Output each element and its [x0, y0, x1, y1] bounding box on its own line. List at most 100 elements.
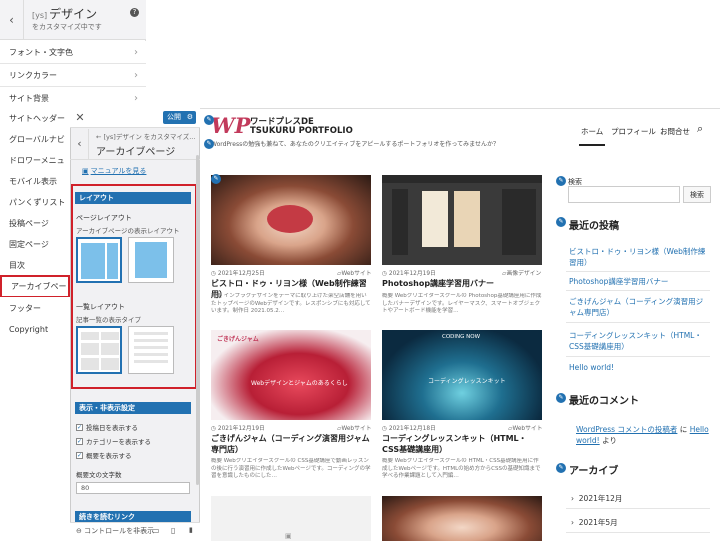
recent-post-link[interactable]: Hello world!	[569, 362, 614, 373]
checkbox-show-category[interactable]: ✓ カテゴリーを表示する	[76, 436, 151, 446]
chevron-right-icon: ›	[134, 47, 138, 58]
card-category[interactable]: ▱画像デザイン	[502, 268, 541, 277]
edit-shortcut-icon[interactable]: ✎	[556, 176, 568, 186]
card-title[interactable]: ごきげんジャム（コーディング演習用ジャム専門店）	[211, 433, 371, 455]
checkbox-show-excerpt[interactable]: ✓ 概要を表示する	[76, 450, 132, 460]
menu-item-label: パンくずリスト	[9, 198, 66, 207]
menu-item-post-page[interactable]: 投稿ページ	[0, 212, 70, 235]
card-image[interactable]	[382, 496, 542, 541]
close-icon[interactable]: ✕	[70, 108, 90, 128]
card-image[interactable]: CODING NOW コーディングレッスンキット	[382, 330, 542, 420]
search-button[interactable]: 検索	[683, 186, 711, 203]
menu-item-copyright[interactable]: Copyright	[0, 318, 70, 341]
checkbox-icon[interactable]: ✓	[76, 451, 83, 459]
card-category-text: Webサイト	[341, 426, 372, 432]
divider	[566, 532, 710, 533]
page-layout-label: ページレイアウト	[76, 214, 132, 222]
card-title[interactable]: Photoshop講座学習用バナー	[382, 278, 542, 289]
publish-button[interactable]: 公開 ⚙	[163, 111, 196, 124]
menu-item-label: モバイル表示	[9, 177, 57, 186]
card-category[interactable]: ▱Webサイト	[337, 268, 372, 277]
comment-tail-text: より	[602, 436, 617, 445]
menu-item-mobile[interactable]: モバイル表示	[0, 170, 70, 193]
card-category[interactable]: ▱Webサイト	[337, 423, 372, 432]
checkbox-icon[interactable]: ✓	[76, 437, 83, 445]
list-thumb-block	[101, 358, 119, 370]
page-title: アーカイブページ	[96, 147, 176, 158]
edit-shortcut-icon[interactable]: ✎	[556, 463, 568, 473]
archive-link[interactable]: › 2021年5月	[571, 517, 618, 528]
card-excerpt: 概要 Webクリエイタースクールの CSS基礎講座で動画レッスンの後に行う演習用…	[211, 458, 371, 479]
menu-item-link-color[interactable]: リンクカラー ›	[0, 64, 146, 87]
manual-link[interactable]: ▣ マニュアルを見る	[82, 166, 146, 176]
checkbox-show-date[interactable]: ✓ 投稿日を表示する	[76, 422, 138, 432]
edit-shortcut-icon[interactable]: ✎	[204, 139, 216, 149]
food-illustration	[267, 205, 313, 233]
mobile-icon[interactable]: ▮	[189, 526, 193, 534]
edit-shortcut-icon[interactable]: ✎	[556, 217, 568, 227]
recent-comment: WordPress コメントの投稿者 に Hello world! より	[576, 424, 712, 446]
edit-shortcut-icon[interactable]: ✎	[211, 174, 223, 184]
card-date: ◷ 2021年12月19日	[382, 271, 436, 277]
menu-item-font[interactable]: フォント・文字色 ›	[0, 41, 146, 64]
card-image[interactable]	[211, 175, 371, 265]
menu-item-fixed-page[interactable]: 固定ページ	[0, 233, 70, 256]
menu-item-drawer-menu[interactable]: ドロワーメニュー	[0, 149, 70, 188]
card-title[interactable]: コーディングレッスンキット（HTML・CSS基礎講座用）	[382, 433, 542, 455]
recent-post-link[interactable]: ビストロ・ドゥ・リヨン様（Web制作練習用）	[569, 246, 709, 268]
banner-preview	[454, 191, 480, 247]
list-thumb-block	[134, 353, 168, 356]
nav-item-contact[interactable]: お問合せ	[660, 126, 690, 137]
edit-shortcut-icon[interactable]: ✎	[204, 115, 216, 125]
archive-link[interactable]: › 2021年12月	[571, 493, 622, 504]
checkbox-icon[interactable]: ✓	[76, 423, 83, 431]
layout-option-sidebar[interactable]	[76, 237, 122, 283]
section-heading-layout: レイアウト	[75, 192, 191, 204]
back-arrow-icon[interactable]: ‹	[0, 0, 24, 40]
hide-icon: ⊖	[76, 527, 85, 535]
site-description: WordPressの勉強も兼ねて、あなたのクリエイティブをアピールするポートフォ…	[211, 141, 499, 148]
nav-item-profile[interactable]: プロフィール	[611, 126, 656, 137]
hide-controls-button[interactable]: ⊖ コントロールを非表示	[76, 526, 154, 536]
help-icon[interactable]: ?	[130, 8, 139, 17]
back-arrow-icon[interactable]: ‹	[71, 129, 89, 159]
recent-post-link[interactable]: Photoshop講座学習用バナー	[569, 276, 709, 287]
card-image[interactable]: ごきげんジャム Webデザインとジャムのあるくらし	[211, 330, 371, 420]
desktop-icon[interactable]: ▭	[152, 526, 160, 535]
menu-item-archive-page[interactable]: アーカイブページ	[0, 275, 70, 310]
comment-author-link[interactable]: WordPress コメントの投稿者	[576, 425, 677, 434]
edit-shortcut-icon[interactable]: ✎	[556, 393, 568, 403]
card-image-placeholder[interactable]: ▣	[211, 496, 371, 541]
menu-item-footer[interactable]: フッター	[0, 297, 70, 320]
tablet-icon[interactable]: ▯	[171, 526, 175, 535]
panel-title-prefix: [ys]	[32, 11, 48, 20]
card-category[interactable]: ▱Webサイト	[508, 423, 543, 432]
recent-post-link[interactable]: コーディングレッスンキット（HTML・CSS基礎講座用）	[569, 330, 709, 352]
menu-item-label: サイトヘッダー	[9, 114, 65, 123]
archive-link-label[interactable]: 2021年12月	[579, 494, 623, 503]
nav-item-home[interactable]: ホーム	[581, 126, 603, 137]
menu-item-global-nav[interactable]: グローバルナビゲー	[0, 128, 70, 151]
section-heading-display: 表示・非表示設定	[75, 402, 191, 414]
excerpt-length-input[interactable]: 80	[76, 482, 190, 494]
archive-link-label[interactable]: 2021年5月	[579, 518, 618, 527]
card-date-text: 2021年12月18日	[388, 426, 436, 432]
comment-on-text: に	[679, 425, 688, 434]
list-option-card[interactable]	[128, 326, 174, 374]
search-icon[interactable]: ⌕	[697, 122, 703, 136]
card-image[interactable]	[382, 175, 542, 265]
search-input[interactable]	[568, 186, 680, 203]
manual-link-label[interactable]: マニュアルを見る	[91, 167, 147, 175]
site-logo-mark[interactable]: WP	[211, 114, 250, 138]
layout-option-onecolumn[interactable]	[128, 237, 174, 283]
list-thumb-block	[134, 360, 168, 363]
menu-item-toc[interactable]: 目次	[0, 254, 70, 277]
recent-post-link[interactable]: ごきげんジャム（コーディング演習用ジャム専門店）	[569, 296, 709, 318]
image-icon: ▣	[285, 532, 292, 540]
gear-icon[interactable]: ⚙	[187, 111, 193, 124]
site-logo-line2[interactable]: TSUKURU PORTFOLIO	[250, 126, 353, 136]
menu-item-site-header[interactable]: サイトヘッダー	[0, 107, 70, 130]
list-option-list[interactable]	[76, 326, 122, 374]
menu-item-breadcrumb[interactable]: パンくずリスト	[0, 191, 70, 214]
panel-scrollbar[interactable]	[196, 155, 199, 485]
